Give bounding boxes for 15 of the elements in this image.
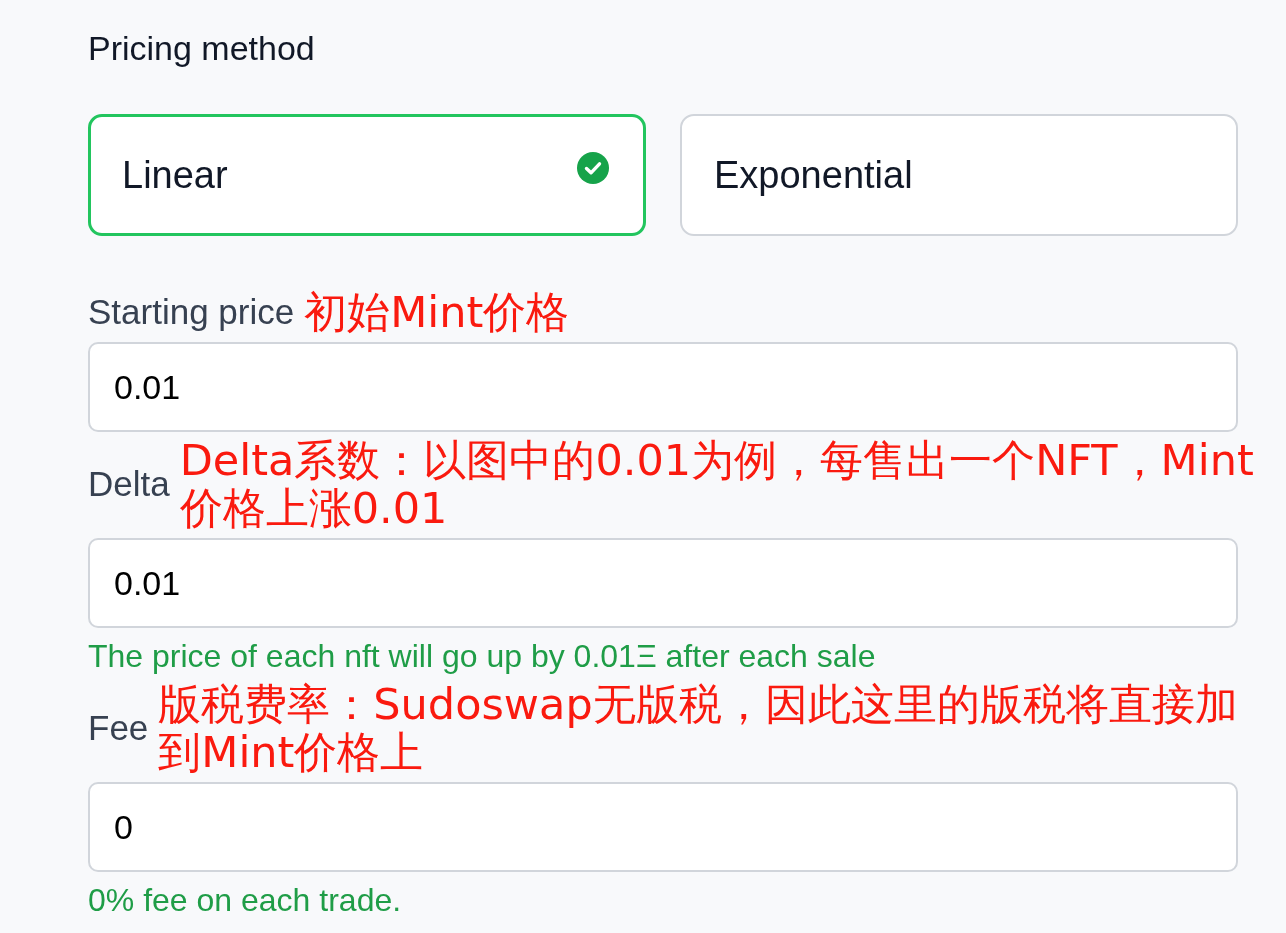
- annotation-text: 版税费率：Sudoswap无版税，因此这里的版税将直接加 到Mint价格上: [158, 680, 1238, 776]
- option-card[interactable]: Linear: [88, 114, 646, 236]
- helper-text: The price of each nft will go up by 0.01Ξ after each sale: [88, 637, 877, 676]
- field-label: Fee: [88, 707, 149, 749]
- text-input[interactable]: 0.01: [88, 538, 1238, 628]
- section-title: Pricing method: [88, 28, 316, 68]
- check-circle-icon: [577, 152, 609, 184]
- helper-text: 0% fee on each trade.: [88, 881, 403, 920]
- field-label: Starting price: [88, 291, 295, 333]
- annotation-text: Delta系数：以图中的0.01为例，每售出一个NFT，Mint 价格上涨0.01: [179, 436, 1254, 532]
- option-card[interactable]: Exponential: [680, 114, 1238, 236]
- text-input[interactable]: 0.01: [88, 342, 1238, 432]
- field-label: Delta: [88, 463, 170, 505]
- text-input[interactable]: 0: [88, 782, 1238, 872]
- annotation-text: 初始Mint价格: [304, 288, 570, 336]
